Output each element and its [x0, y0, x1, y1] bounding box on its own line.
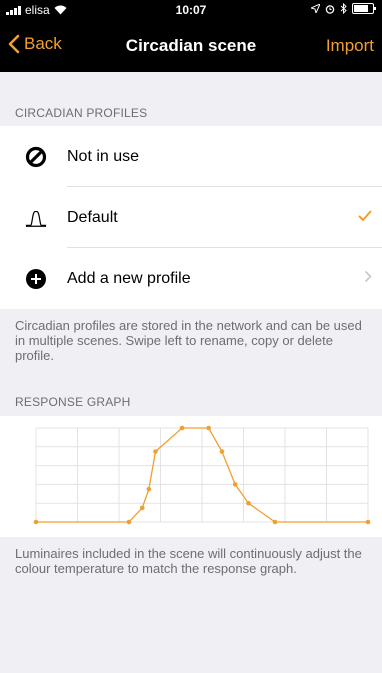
add-profile-row[interactable]: Add a new profile — [0, 248, 382, 309]
response-point — [206, 425, 211, 431]
status-bar: elisa 10:07 — [0, 0, 382, 20]
bluetooth-icon — [340, 3, 347, 14]
profile-row-not-in-use[interactable]: Not in use — [0, 126, 382, 187]
checkmark-icon — [358, 209, 372, 227]
response-point — [246, 500, 251, 506]
response-graph — [33, 425, 371, 525]
battery-icon — [352, 3, 376, 14]
alarm-icon — [325, 4, 335, 14]
response-point — [139, 505, 145, 511]
curve-icon — [25, 207, 47, 229]
response-point — [272, 519, 278, 525]
profiles-footer-text: Circadian profiles are stored in the net… — [15, 318, 362, 363]
chevron-right-icon — [364, 270, 372, 288]
response-point — [126, 519, 132, 525]
response-point — [232, 482, 238, 487]
prohibited-icon — [25, 146, 47, 168]
plus-circle-icon — [25, 268, 47, 290]
profile-label: Add a new profile — [67, 269, 191, 287]
response-point — [146, 486, 152, 492]
response-point — [33, 519, 39, 525]
navigation-bar: Back Circadian scene Import — [0, 20, 382, 72]
profiles-section-header: CIRCADIAN PROFILES — [15, 106, 148, 120]
location-icon — [311, 4, 320, 13]
back-label: Back — [24, 34, 62, 53]
response-point — [153, 449, 158, 454]
response-point — [179, 425, 185, 431]
graph-section-header: RESPONSE GRAPH — [15, 395, 131, 409]
profile-label: Default — [67, 208, 118, 226]
chevron-left-icon — [8, 34, 20, 54]
status-right — [311, 3, 376, 14]
back-button[interactable]: Back — [8, 34, 62, 54]
response-point — [365, 519, 371, 525]
response-graph-panel — [0, 416, 382, 537]
profiles-list: Not in use Default Add a new profile — [0, 126, 382, 309]
profile-label: Not in use — [67, 147, 140, 165]
import-button[interactable]: Import — [326, 36, 374, 56]
profile-row-default[interactable]: Default — [0, 187, 382, 248]
graph-footer-text: Luminaires included in the scene will co… — [15, 546, 362, 576]
response-point — [219, 449, 225, 454]
